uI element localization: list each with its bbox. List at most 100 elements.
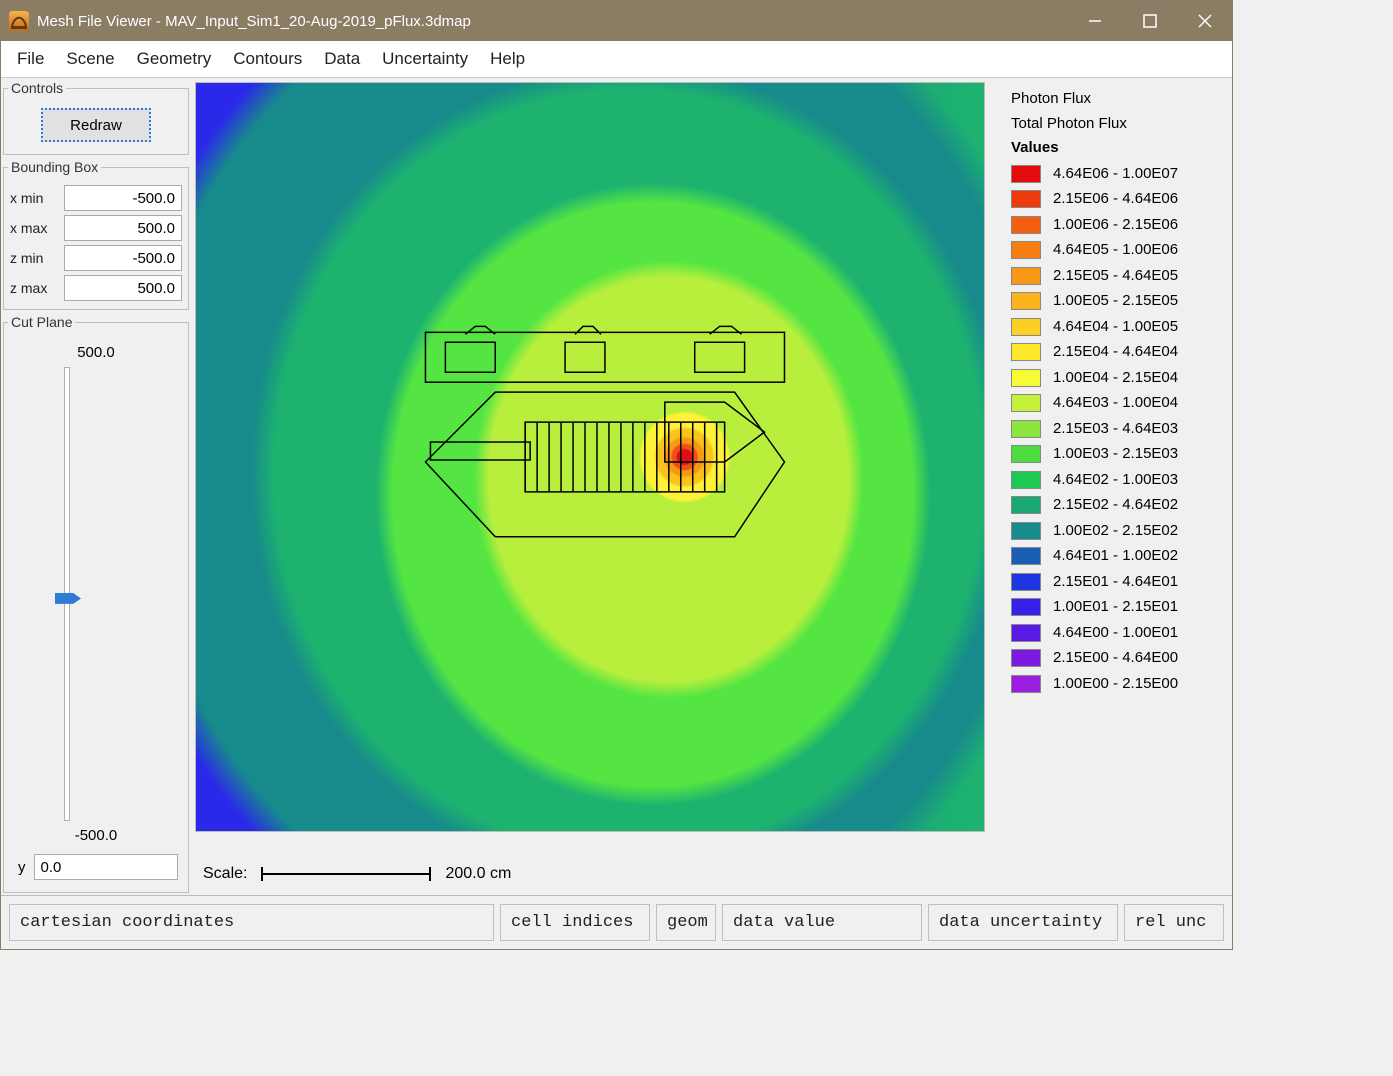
close-button[interactable] [1177,1,1232,41]
maximize-button[interactable] [1122,1,1177,41]
statusbar: cartesian coordinates cell indices geom … [1,895,1232,949]
xmax-input[interactable] [64,215,182,241]
legend-range-label: 2.15E04 - 4.64E04 [1053,341,1178,364]
status-coords: cartesian coordinates [9,904,494,941]
legend-range-label: 1.00E05 - 2.15E05 [1053,290,1178,313]
legend-swatch [1011,241,1041,259]
legend-row: 2.15E05 - 4.64E05 [1011,265,1224,288]
legend-swatch [1011,649,1041,667]
legend-items: 4.64E06 - 1.00E072.15E06 - 4.64E06 1.00E0… [1011,163,1224,696]
zmin-input[interactable] [64,245,182,271]
status-data-value: data value [722,904,922,941]
legend-range-label: 1.00E02 - 2.15E02 [1053,520,1178,543]
legend-panel: Photon Flux Total Photon Flux Values 4.6… [985,82,1228,857]
cutplane-value-row: y [10,852,182,884]
legend-range-label: 1.00E03 - 2.15E03 [1053,443,1178,466]
controls-legend: Controls [8,80,66,96]
close-icon [1198,14,1212,28]
app-icon [9,11,29,31]
legend-swatch [1011,292,1041,310]
legend-values-label: Values [1011,137,1224,160]
legend-row: 1.00E05 - 2.15E05 [1011,290,1224,313]
legend-row: 1.00E04 - 2.15E04 [1011,367,1224,390]
xmin-input[interactable] [64,185,182,211]
legend-range-label: 4.64E05 - 1.00E06 [1053,239,1178,262]
menu-contours[interactable]: Contours [223,45,312,73]
bbox-label: x max [10,220,64,236]
status-geom: geom [656,904,716,941]
legend-row: 1.00E06 - 2.15E06 [1011,214,1224,237]
scale-row: Scale: 200.0 cm [193,859,1230,893]
bbox-label: z max [10,280,64,296]
legend-row: 4.64E05 - 1.00E06 [1011,239,1224,262]
app-window: Mesh File Viewer - MAV_Input_Sim1_20-Aug… [0,0,1233,950]
menu-help[interactable]: Help [480,45,535,73]
bbox-row-zmax: z max [10,275,182,301]
legend-range-label: 1.00E01 - 2.15E01 [1053,596,1178,619]
cutplane-min: -500.0 [10,827,182,844]
bbox-row-xmax: x max [10,215,182,241]
legend-range-label: 4.64E02 - 1.00E03 [1053,469,1178,492]
sidebar: Controls Redraw Bounding Box x min x max… [3,80,189,893]
legend-row: 4.64E04 - 1.00E05 [1011,316,1224,339]
legend-range-label: 2.15E03 - 4.64E03 [1053,418,1178,441]
legend-range-label: 4.64E03 - 1.00E04 [1053,392,1178,415]
legend-swatch [1011,165,1041,183]
cutplane-value-input[interactable] [34,854,179,880]
menu-geometry[interactable]: Geometry [127,45,222,73]
legend-swatch [1011,522,1041,540]
scale-label: Scale: [203,865,247,883]
client-area: Controls Redraw Bounding Box x min x max… [1,78,1232,895]
legend-row: 2.15E03 - 4.64E03 [1011,418,1224,441]
window-title: Mesh File Viewer - MAV_Input_Sim1_20-Aug… [37,13,471,30]
legend-range-label: 2.15E01 - 4.64E01 [1053,571,1178,594]
legend-swatch [1011,394,1041,412]
legend-row: 1.00E03 - 2.15E03 [1011,443,1224,466]
cutplane-max: 500.0 [10,344,182,361]
bbox-legend: Bounding Box [8,159,101,175]
maximize-icon [1143,14,1157,28]
scale-value: 200.0 cm [445,865,511,883]
main-area: Photon Flux Total Photon Flux Values 4.6… [193,80,1230,893]
legend-swatch [1011,496,1041,514]
legend-row: 2.15E01 - 4.64E01 [1011,571,1224,594]
legend-range-label: 2.15E05 - 4.64E05 [1053,265,1178,288]
status-cell-indices: cell indices [500,904,650,941]
legend-swatch [1011,420,1041,438]
cut-plane-panel: Cut Plane 500.0 -500.0 y [3,314,189,893]
status-data-uncertainty: data uncertainty [928,904,1118,941]
controls-panel: Controls Redraw [3,80,189,155]
legend-row: 4.64E03 - 1.00E04 [1011,392,1224,415]
cutplane-slider[interactable] [10,367,182,821]
legend-swatch [1011,216,1041,234]
legend-row: 4.64E00 - 1.00E01 [1011,622,1224,645]
legend-row: 1.00E01 - 2.15E01 [1011,596,1224,619]
window-controls [1067,1,1232,41]
legend-range-label: 4.64E06 - 1.00E07 [1053,163,1178,186]
legend-range-label: 1.00E06 - 2.15E06 [1053,214,1178,237]
menu-data[interactable]: Data [314,45,370,73]
menu-scene[interactable]: Scene [56,45,124,73]
bbox-row-xmin: x min [10,185,182,211]
legend-row: 2.15E04 - 4.64E04 [1011,341,1224,364]
legend-row: 4.64E01 - 1.00E02 [1011,545,1224,568]
minimize-button[interactable] [1067,1,1122,41]
redraw-button[interactable]: Redraw [41,108,151,142]
minimize-icon [1088,14,1102,28]
cutplane-legend: Cut Plane [8,314,75,330]
legend-swatch [1011,318,1041,336]
legend-range-label: 4.64E00 - 1.00E01 [1053,622,1178,645]
legend-range-label: 4.64E01 - 1.00E02 [1053,545,1178,568]
legend-swatch [1011,624,1041,642]
legend-row: 1.00E02 - 2.15E02 [1011,520,1224,543]
legend-row: 1.00E00 - 2.15E00 [1011,673,1224,696]
legend-range-label: 2.15E06 - 4.64E06 [1053,188,1178,211]
bbox-row-zmin: z min [10,245,182,271]
menu-uncertainty[interactable]: Uncertainty [372,45,478,73]
mesh-viewport[interactable] [195,82,985,832]
legend-range-label: 4.64E04 - 1.00E05 [1053,316,1178,339]
menu-file[interactable]: File [7,45,54,73]
legend-swatch [1011,598,1041,616]
legend-swatch [1011,190,1041,208]
zmax-input[interactable] [64,275,182,301]
